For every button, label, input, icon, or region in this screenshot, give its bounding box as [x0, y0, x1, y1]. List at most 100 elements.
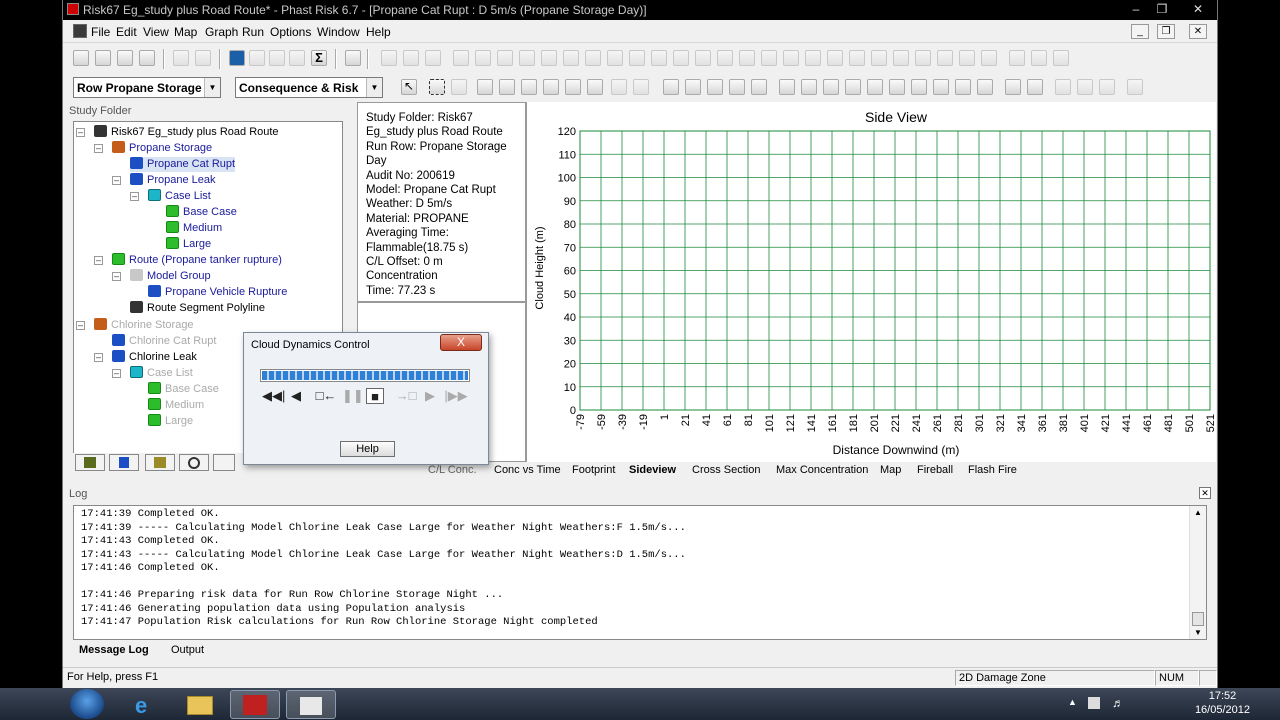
clock[interactable]: 17:52 16/05/2012 — [1195, 689, 1250, 717]
model-icon-22[interactable] — [849, 50, 865, 66]
model-icon-30[interactable] — [1031, 50, 1047, 66]
menu-edit[interactable]: Edit — [116, 25, 137, 39]
model-icon-11[interactable] — [607, 50, 623, 66]
result-icon-10[interactable] — [977, 79, 993, 95]
tab-sideview[interactable]: Sideview — [629, 464, 676, 476]
properties-icon[interactable] — [345, 50, 361, 66]
forward-to-end-icon[interactable]: |▶▶ — [442, 388, 470, 404]
model-icon-5[interactable] — [475, 50, 491, 66]
result-icon-7[interactable] — [911, 79, 927, 95]
tree-node-large[interactable]: Large — [166, 237, 211, 252]
print-icon[interactable] — [139, 50, 155, 66]
tab-flash-fire[interactable]: Flash Fire — [968, 464, 1017, 476]
network-icon[interactable] — [1088, 697, 1100, 709]
collapse-icon[interactable]: – — [130, 192, 139, 201]
model-icon-25[interactable] — [915, 50, 931, 66]
zoom-in-icon[interactable] — [477, 79, 493, 95]
risk-icon[interactable] — [289, 50, 305, 66]
step-forward-icon[interactable]: ▶ — [422, 388, 438, 404]
pause-icon[interactable]: ❚❚ — [342, 388, 364, 404]
model-icon-18[interactable] — [761, 50, 777, 66]
layer-icon-3[interactable] — [729, 79, 745, 95]
collapse-icon[interactable]: – — [112, 369, 121, 378]
mdi-close-button[interactable]: ✕ — [1189, 24, 1207, 39]
pointer-icon[interactable]: ↖ — [401, 79, 417, 95]
tab-timer[interactable] — [179, 454, 209, 471]
tree-node-propane-leak[interactable]: – Propane Leak — [112, 173, 216, 188]
start-button[interactable] — [70, 689, 104, 719]
model-icon-27[interactable] — [959, 50, 975, 66]
tab-map[interactable]: Map — [880, 464, 901, 476]
tab-map[interactable] — [145, 454, 175, 471]
model-icon-26[interactable] — [937, 50, 953, 66]
menu-options[interactable]: Options — [270, 25, 311, 39]
menu-file[interactable]: File — [91, 25, 110, 39]
chevron-down-icon[interactable]: ▼ — [366, 78, 382, 97]
side-view-chart[interactable]: Side View Distance Downwind (m) Cloud He… — [526, 102, 1217, 462]
result-icon-16[interactable] — [1127, 79, 1143, 95]
rewind-to-start-icon[interactable]: ◀◀| — [262, 388, 285, 404]
result-icon-1[interactable] — [779, 79, 795, 95]
scroll-thumb[interactable] — [1192, 612, 1204, 626]
zoom-fit-icon[interactable] — [587, 79, 603, 95]
phast-taskbar-icon[interactable] — [230, 690, 280, 719]
dialog-close-button[interactable]: X — [440, 334, 482, 351]
close-window-button[interactable]: ✕ — [1181, 2, 1215, 18]
tab-message-log[interactable]: Message Log — [79, 644, 149, 656]
model-icon-2[interactable] — [403, 50, 419, 66]
sum-icon[interactable]: Σ — [311, 50, 327, 66]
tree-node-study[interactable]: – Risk67 Eg_study plus Road Route — [76, 125, 279, 140]
model-icon-24[interactable] — [893, 50, 909, 66]
results-type-combo[interactable]: Consequence & Risk ▼ — [235, 77, 383, 98]
draw-icon[interactable] — [451, 79, 467, 95]
tab-output[interactable]: Output — [171, 644, 204, 656]
model-icon-29[interactable] — [1009, 50, 1025, 66]
tab-cross-section[interactable]: Cross Section — [692, 464, 760, 476]
save-icon[interactable] — [117, 50, 133, 66]
result-icon-11[interactable] — [1005, 79, 1021, 95]
model-icon-10[interactable] — [585, 50, 601, 66]
explorer-taskbar-icon[interactable] — [175, 690, 225, 719]
tab-study-tree[interactable] — [75, 454, 105, 471]
run-row-combo[interactable]: Row Propane Storage ▼ — [73, 77, 221, 98]
maximize-button[interactable]: ❐ — [1149, 2, 1175, 18]
tree-node-route[interactable]: – Route (Propane tanker rupture) — [94, 253, 282, 268]
menu-window[interactable]: Window — [317, 25, 360, 39]
result-icon-8[interactable] — [933, 79, 949, 95]
log-output[interactable]: 17:41:39 Completed OK. 17:41:39 ----- Ca… — [73, 505, 1207, 640]
zoom-previous-icon[interactable] — [565, 79, 581, 95]
new-file-icon[interactable] — [73, 50, 89, 66]
scroll-up-icon[interactable]: ▲ — [1194, 508, 1202, 517]
model-icon-7[interactable] — [519, 50, 535, 66]
collapse-icon[interactable]: – — [112, 176, 121, 185]
tree-node-route-segment[interactable]: Route Segment Polyline — [130, 301, 265, 316]
dialog-help-button[interactable]: Help — [340, 441, 395, 457]
scroll-down-icon[interactable]: ▼ — [1194, 628, 1202, 637]
menu-map[interactable]: Map — [174, 25, 197, 39]
tray-expand-icon[interactable]: ▲ — [1068, 697, 1077, 707]
rotate-icon[interactable] — [633, 79, 649, 95]
tab-fireball[interactable]: Fireball — [917, 464, 953, 476]
tab-cl-conc[interactable]: C/L Conc. — [428, 464, 477, 476]
reverse-play-icon[interactable]: □← — [314, 388, 338, 404]
tree-node-propane-storage[interactable]: – Propane Storage — [94, 141, 212, 156]
result-icon-5[interactable] — [867, 79, 883, 95]
tree-node-chlorine-base-case[interactable]: Base Case — [148, 382, 219, 397]
model-icon-4[interactable] — [453, 50, 469, 66]
minimize-button[interactable]: – — [1123, 2, 1149, 18]
menu-view[interactable]: View — [143, 25, 169, 39]
model-icon-16[interactable] — [717, 50, 733, 66]
model-icon-3[interactable] — [425, 50, 441, 66]
tab-footprint[interactable]: Footprint — [572, 464, 615, 476]
layer-icon-4[interactable] — [751, 79, 767, 95]
model-icon-8[interactable] — [541, 50, 557, 66]
report-icon[interactable] — [269, 50, 285, 66]
tree-node-chlorine-leak[interactable]: – Chlorine Leak — [94, 350, 197, 365]
zoom-window-icon[interactable] — [543, 79, 559, 95]
tree-node-chlorine-medium[interactable]: Medium — [148, 398, 204, 413]
model-icon-19[interactable] — [783, 50, 799, 66]
model-icon-31[interactable] — [1053, 50, 1069, 66]
open-folder-icon[interactable] — [95, 50, 111, 66]
chart-icon[interactable] — [249, 50, 265, 66]
globe-icon[interactable] — [229, 50, 245, 66]
